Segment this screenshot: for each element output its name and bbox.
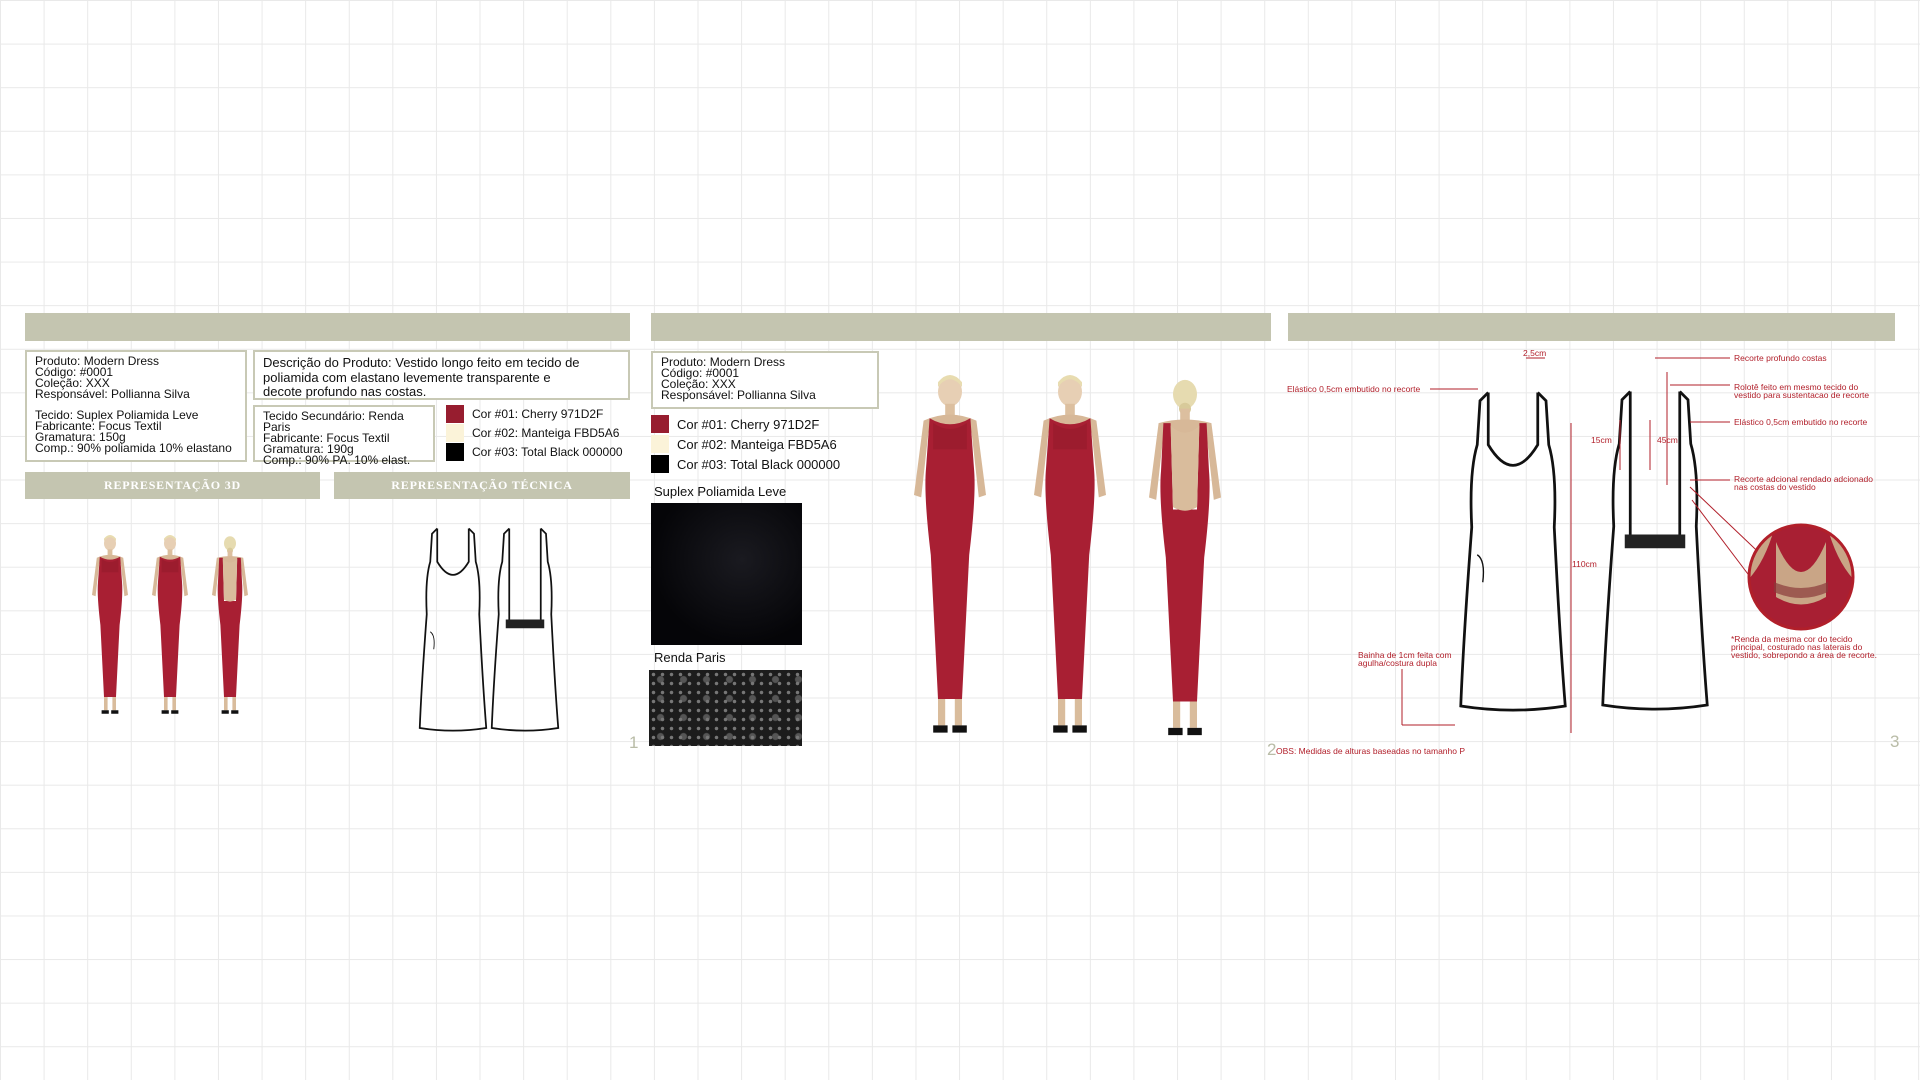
note-lace-line-3: vestido, sobrepondo a área de recorte. (1731, 650, 1878, 660)
note-measure-45: 45cm (1657, 435, 1678, 445)
note-measure-15: 15cm (1591, 435, 1612, 445)
note-hem: Bainha de 1cm feita com agulha/costura d… (1358, 651, 1452, 668)
note-cut-back: Recorte profundo costas (1734, 353, 1827, 363)
note-elastic-left: Elástico 0,5cm embutido no recorte (1287, 384, 1421, 394)
annotation-lines (1401, 357, 1773, 733)
note-measure-top: 2,5cm (1523, 348, 1547, 358)
note-lace: *Renda da mesma cor do tecido principal,… (1731, 635, 1878, 660)
note-lace-cut-line-2: nas costas do vestido (1734, 482, 1816, 492)
note-rolote-line-2: vestido para sustentacao de recorte (1734, 390, 1870, 400)
note-obs: OBS: Medidas de alturas baseadas no tama… (1276, 746, 1466, 756)
page-number-3: 3 (1890, 732, 1900, 751)
note-elastic-right: Elástico 0,5cm embutido no recorte (1734, 417, 1868, 427)
detail-zoom-circle (1747, 523, 1855, 631)
note-hem-line-2: agulha/costura dupla (1358, 658, 1437, 668)
note-rolote: Rolotê feito em mesmo tecido do vestido … (1734, 383, 1870, 400)
note-lace-cut: Recorte adcional rendado adcionado nas c… (1734, 475, 1873, 492)
note-measure-110: 110cm (1572, 559, 1597, 569)
